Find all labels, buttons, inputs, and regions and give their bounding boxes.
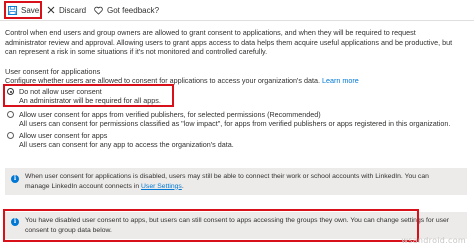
radio-unselected-icon[interactable] bbox=[7, 111, 14, 118]
user-settings-link[interactable]: User Settings bbox=[141, 183, 182, 190]
option-label: Allow user consent for apps from verifie… bbox=[19, 110, 321, 119]
watermark: wsandroid.com bbox=[401, 236, 466, 245]
intro-line-2: administrator review and approval. Allow… bbox=[5, 37, 453, 47]
option-allow-all[interactable]: Allow user consent for apps All users ca… bbox=[5, 131, 467, 149]
radio-unselected-icon[interactable] bbox=[7, 132, 14, 139]
intro-line-3: can represent a risk in some situations … bbox=[5, 47, 268, 56]
feedback-button[interactable]: Got feedback? bbox=[94, 2, 159, 18]
discard-label: Discard bbox=[59, 5, 87, 15]
intro-line-1: Control when end users and group owners … bbox=[5, 28, 416, 37]
command-bar: Save Discard Got feedback? bbox=[0, 0, 474, 21]
option-sublabel: All users can consent for any app to acc… bbox=[19, 140, 234, 149]
discard-button[interactable]: Discard bbox=[47, 2, 86, 18]
info-line-1: When user consent for applications is di… bbox=[25, 173, 429, 180]
info-icon: i bbox=[11, 175, 19, 183]
option-highlight bbox=[3, 84, 174, 107]
info-groups-highlight bbox=[3, 209, 419, 242]
info-line-2-suffix: . bbox=[181, 182, 184, 190]
option-verified-publishers[interactable]: Allow user consent for apps from verifie… bbox=[5, 110, 467, 128]
intro-paragraph: Control when end users and group owners … bbox=[5, 28, 465, 57]
close-icon bbox=[47, 6, 55, 14]
option-label: Allow user consent for apps bbox=[19, 131, 108, 140]
info-line-2-text: manage LinkedIn account connects in bbox=[25, 182, 142, 190]
heart-feedback-icon bbox=[94, 6, 103, 15]
save-highlight bbox=[4, 1, 42, 19]
feedback-label: Got feedback? bbox=[107, 5, 160, 15]
option-sublabel: All users can consent for permissions cl… bbox=[19, 119, 451, 128]
info-banner-linkedin: i When user consent for applications is … bbox=[5, 168, 467, 195]
learn-more-link[interactable]: Learn more bbox=[322, 76, 359, 85]
info-line-2: manage LinkedIn account connects in User… bbox=[25, 182, 461, 192]
